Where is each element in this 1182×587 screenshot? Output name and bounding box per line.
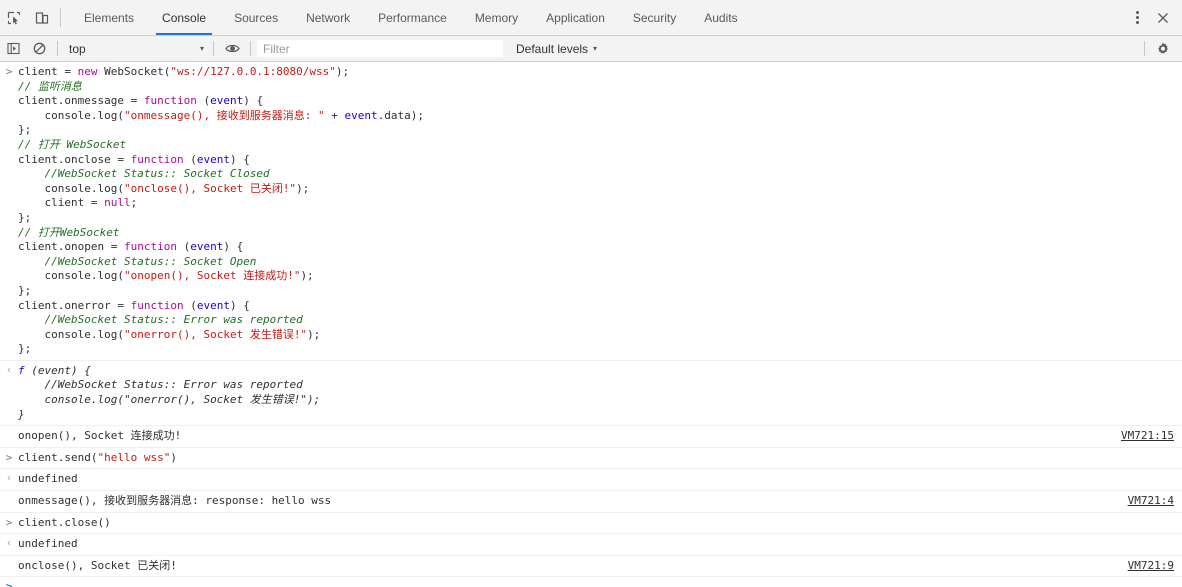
- tab-elements[interactable]: Elements: [70, 0, 148, 35]
- tab-audits[interactable]: Audits: [690, 0, 751, 35]
- console-input-close[interactable]: > client.close(): [0, 513, 1182, 535]
- console-message-text: f (event) { //WebSocket Status:: Error w…: [18, 363, 321, 421]
- console-message-text: client.close(): [18, 515, 111, 529]
- console-message-list[interactable]: > client = new WebSocket("ws://127.0.0.1:…: [0, 62, 1182, 587]
- chevron-down-icon: ▾: [593, 44, 598, 53]
- chevron-down-icon: ▾: [199, 44, 204, 53]
- filter-input[interactable]: Filter: [256, 39, 504, 58]
- console-toolbar: top ▾ Filter Default levels ▾: [0, 36, 1182, 62]
- toolbar-divider-4: [1144, 41, 1145, 56]
- toolbar-divider-1: [57, 41, 58, 56]
- tab-performance[interactable]: Performance: [364, 0, 461, 35]
- console-result-function[interactable]: ‹ f (event) { //WebSocket Status:: Error …: [0, 361, 1182, 427]
- log-levels-label: Default levels: [516, 41, 589, 56]
- console-input-send[interactable]: > client.send("hello wss"): [0, 448, 1182, 470]
- tab-sources-label: Sources: [234, 10, 279, 25]
- source-location-link[interactable]: VM721:4: [1128, 494, 1174, 509]
- tabbar-divider: [60, 8, 61, 27]
- console-toolbar-right: [1139, 41, 1182, 56]
- console-input-multiline[interactable]: > client = new WebSocket("ws://127.0.0.1:…: [0, 62, 1182, 361]
- toolbar-divider-2: [213, 41, 214, 56]
- tabbar-right-group: [1114, 0, 1182, 35]
- tab-security-label: Security: [632, 10, 677, 25]
- toolbar-divider-3: [250, 41, 251, 56]
- tab-sources[interactable]: Sources: [220, 0, 292, 35]
- console-sidebar-toggle-icon[interactable]: [0, 42, 26, 55]
- console-gutter-marker: >: [5, 515, 13, 529]
- tab-security[interactable]: Security: [619, 0, 690, 35]
- source-location-link[interactable]: VM721:9: [1128, 559, 1174, 574]
- execution-context-select[interactable]: top ▾: [63, 39, 208, 58]
- console-prompt-row[interactable]: >: [0, 577, 1182, 587]
- tab-console[interactable]: Console: [148, 0, 220, 35]
- panel-tabs: Elements Console Sources Network Perform…: [70, 0, 752, 35]
- tab-elements-label: Elements: [84, 10, 135, 25]
- tab-application-label: Application: [546, 10, 605, 25]
- console-gutter-marker: >: [5, 65, 13, 78]
- console-result-undefined-1[interactable]: ‹ undefined: [0, 469, 1182, 492]
- console-message-text: client.send("hello wss"): [18, 450, 177, 464]
- tab-console-label: Console: [162, 10, 207, 25]
- console-result-undefined-2[interactable]: ‹ undefined: [0, 534, 1182, 556]
- clear-console-icon[interactable]: [26, 42, 52, 55]
- settings-gear-icon[interactable]: [1150, 42, 1176, 56]
- console-log-onopen[interactable]: onopen(), Socket 连接成功! VM721:15: [0, 426, 1182, 448]
- console-message-text: onclose(), Socket 已关闭!: [18, 558, 177, 572]
- tab-network[interactable]: Network: [292, 0, 364, 35]
- devtools-window: Elements Console Sources Network Perform…: [0, 0, 1182, 587]
- console-message-text: client = new WebSocket("ws://127.0.0.1:8…: [18, 65, 424, 356]
- tab-memory[interactable]: Memory: [461, 0, 532, 35]
- device-toolbar-icon[interactable]: [28, 0, 56, 35]
- console-gutter-marker: ‹: [5, 364, 13, 376]
- console-message-text: onopen(), Socket 连接成功!: [18, 429, 182, 443]
- tab-memory-label: Memory: [474, 10, 519, 25]
- console-log-onclose[interactable]: onclose(), Socket 已关闭! VM721:9: [0, 556, 1182, 578]
- live-expression-eye-icon[interactable]: [219, 42, 245, 55]
- console-prompt-marker: >: [5, 580, 13, 587]
- console-log-onmessage[interactable]: onmessage(), 接收到服务器消息: response: hello w…: [0, 491, 1182, 513]
- filter-placeholder: Filter: [263, 41, 290, 56]
- tab-audits-label: Audits: [704, 10, 738, 25]
- devtools-tabbar: Elements Console Sources Network Perform…: [0, 0, 1182, 36]
- execution-context-value: top: [69, 41, 86, 56]
- console-message-text: onmessage(), 接收到服务器消息: response: hello w…: [18, 494, 332, 508]
- log-levels-select[interactable]: Default levels ▾: [516, 42, 597, 56]
- console-message-text: undefined: [18, 472, 78, 486]
- inspect-element-icon[interactable]: [0, 0, 28, 35]
- console-gutter-marker: ‹: [5, 473, 13, 485]
- more-options-icon[interactable]: [1124, 11, 1150, 24]
- tab-network-label: Network: [306, 10, 351, 25]
- console-gutter-marker: ‹: [5, 538, 13, 550]
- console-message-text: undefined: [18, 537, 78, 551]
- source-location-link[interactable]: VM721:15: [1121, 429, 1174, 444]
- tab-application[interactable]: Application: [532, 0, 619, 35]
- tab-performance-label: Performance: [378, 10, 447, 25]
- close-icon[interactable]: [1150, 12, 1176, 24]
- console-gutter-marker: >: [5, 450, 13, 464]
